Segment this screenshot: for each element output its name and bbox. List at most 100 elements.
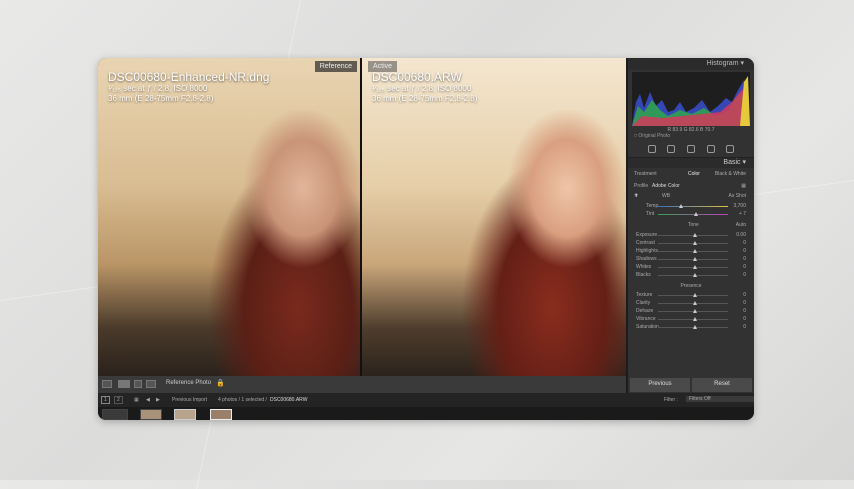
slider-knob[interactable] [693, 249, 697, 253]
slider-knob[interactable] [693, 233, 697, 237]
slider-knob[interactable] [693, 257, 697, 261]
slider-knob[interactable] [693, 325, 697, 329]
slider-knob[interactable] [693, 273, 697, 277]
slider-label: Exposure [636, 232, 658, 238]
wb-row: ✟ WB As Shot [628, 192, 754, 202]
slider-value[interactable]: 0 [743, 239, 746, 247]
forward-arrow-icon[interactable]: ▶ [156, 397, 160, 403]
profile-row: Profile Adobe Color ▦ [628, 180, 754, 192]
compare-toolbar: Reference Photo 🔒 [98, 376, 626, 393]
tone-label: Tone [688, 222, 699, 228]
profile-select[interactable]: Adobe Color [652, 180, 680, 192]
slider-track[interactable] [658, 325, 728, 329]
slider-value[interactable]: 0 [743, 263, 746, 271]
slider-knob[interactable] [693, 301, 697, 305]
slider-track[interactable] [658, 265, 728, 269]
slider-value[interactable]: 0 [743, 299, 746, 307]
filter-select[interactable]: Filters Off [686, 396, 754, 402]
slider-label: Texture [636, 292, 653, 298]
slider-track[interactable] [658, 301, 728, 305]
slider-value[interactable]: 0 [743, 291, 746, 299]
slider-label: Highlights [636, 248, 658, 254]
filmstrip-thumbnail[interactable] [140, 409, 162, 420]
back-arrow-icon[interactable]: ◀ [146, 397, 150, 403]
slider-value[interactable]: 0 [743, 271, 746, 279]
slider-track[interactable] [658, 249, 728, 253]
histogram [632, 72, 750, 126]
wb-select[interactable]: As Shot [728, 192, 746, 200]
reference-filename: DSC00680-Enhanced-NR.dng [108, 70, 270, 84]
treatment-color-button[interactable]: Color [688, 168, 700, 180]
active-exposure: ¹⁄₁₂₅ sec at ƒ / 2.8, ISO 8000 [372, 84, 472, 93]
slider-knob[interactable] [693, 241, 697, 245]
filmstrip-thumbnail[interactable] [174, 409, 196, 420]
source-label[interactable]: Previous Import [172, 397, 207, 403]
filmstrip-bar: 1 2 ▦ ◀ ▶ Previous Import 4 photos / 1 s… [98, 393, 754, 407]
active-filename: DSC00680.ARW [372, 70, 462, 84]
slider-track[interactable] [658, 257, 728, 261]
slider-row: Exposure 0.00 [628, 231, 754, 239]
page-1-button[interactable]: 1 [101, 396, 110, 404]
crop-icon[interactable] [667, 145, 676, 153]
selected-filename[interactable]: DSC00680.ARW [270, 397, 307, 403]
temp-slider[interactable] [658, 204, 728, 208]
grid-icon[interactable]: ▦ [134, 397, 139, 403]
wb-eyedropper-icon[interactable]: ✟ [634, 193, 638, 199]
reference-view-icon[interactable] [146, 380, 156, 388]
temp-row: Temp 3,700 [628, 202, 754, 210]
slider-value[interactable]: 0.00 [736, 231, 746, 239]
slider-value[interactable]: 0 [743, 315, 746, 323]
tint-value[interactable]: + 7 [739, 210, 746, 218]
lock-icon[interactable]: 🔒 [216, 379, 225, 387]
survey-view-icon[interactable] [134, 380, 142, 388]
slider-knob[interactable] [693, 265, 697, 269]
slider-label: Saturation [636, 324, 659, 330]
filmstrip-thumbnail[interactable] [102, 409, 128, 420]
tint-slider[interactable] [658, 212, 728, 216]
compare-view: DSC00680-Enhanced-NR.dng ¹⁄₁₂₅ sec at ƒ … [98, 58, 626, 376]
slider-value[interactable]: 0 [743, 247, 746, 255]
slider-value[interactable]: 0 [743, 323, 746, 331]
original-photo-checkbox[interactable]: □ Original Photo [628, 133, 754, 141]
tone-auto-button[interactable]: Auto [736, 220, 746, 231]
basic-header[interactable]: Basic ▾ [628, 157, 754, 168]
slider-label: Vibrance [636, 316, 656, 322]
healing-icon[interactable] [686, 145, 695, 153]
profile-browser-icon[interactable]: ▦ [741, 180, 746, 192]
filmstrip-thumbnail[interactable] [210, 409, 232, 420]
slider-knob[interactable] [693, 293, 697, 297]
slider-track[interactable] [658, 233, 728, 237]
develop-panel: Histogram ▾ R 83.9 G 82.6 B 70.7 □ Origi… [628, 58, 754, 393]
page-2-button[interactable]: 2 [114, 396, 123, 404]
filter-label: Filter : [664, 397, 678, 403]
tone-sliders: Exposure 0.00 Contrast 0 Highlights 0 Shadows 0… [628, 231, 754, 279]
slider-knob[interactable] [693, 309, 697, 313]
treatment-bw-button[interactable]: Black & White [715, 168, 746, 180]
compare-view-icon[interactable] [118, 380, 130, 388]
slider-track[interactable] [658, 317, 728, 321]
slider-knob[interactable] [693, 317, 697, 321]
presence-sliders: Texture 0 Clarity 0 Dehaze 0 Vibrance 0 Saturati… [628, 291, 754, 331]
slider-value[interactable]: 0 [743, 307, 746, 315]
active-lens: 36 mm (E 28-75mm F2.8-2.8) [372, 94, 478, 103]
slider-value[interactable]: 0 [743, 255, 746, 263]
temp-value[interactable]: 3,700 [733, 202, 746, 210]
slider-track[interactable] [658, 273, 728, 277]
tone-row: Tone Auto [628, 220, 754, 231]
reference-photo[interactable]: DSC00680-Enhanced-NR.dng ¹⁄₁₂₅ sec at ƒ … [98, 58, 360, 376]
reference-photo-label: Reference Photo [166, 380, 212, 386]
basic-title: Basic [723, 159, 741, 166]
edit-sliders-icon[interactable] [647, 145, 656, 153]
red-eye-icon[interactable] [706, 145, 715, 153]
slider-track[interactable] [658, 241, 728, 245]
loupe-view-icon[interactable] [102, 380, 112, 388]
slider-row: Highlights 0 [628, 247, 754, 255]
histogram-title: Histogram [706, 60, 739, 67]
masking-icon[interactable] [726, 145, 735, 153]
slider-track[interactable] [658, 293, 728, 297]
histogram-header[interactable]: Histogram ▾ [628, 58, 754, 70]
slider-track[interactable] [658, 309, 728, 313]
reset-button[interactable]: Reset [692, 378, 752, 392]
previous-button[interactable]: Previous [630, 378, 690, 392]
active-photo[interactable]: Active DSC00680.ARW ¹⁄₁₂₅ sec at ƒ / 2.8… [362, 58, 626, 376]
